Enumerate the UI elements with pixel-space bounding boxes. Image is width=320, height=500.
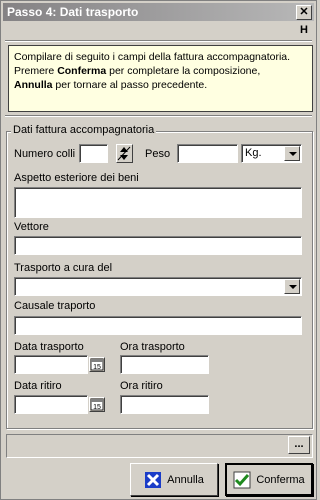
info-line-1: Compilare di seguito i campi della fattu… [14,51,291,63]
ora-ritiro-input[interactable] [120,395,209,414]
ora-ritiro-label: Ora ritiro [120,380,163,392]
aspetto-label: Aspetto esteriore dei beni [14,172,139,184]
info-bold-conferma: Conferma [57,65,107,77]
data-trasporto-label: Data trasporto [14,341,84,353]
window-title: Passo 4: Dati trasporto [7,5,139,19]
calendar-day: 15 [93,404,101,411]
calendar-glyph-icon: 15 [90,358,104,371]
causale-label: Causale traporto [14,300,96,312]
info-text: per tornare al passo precedente. [52,79,208,91]
annulla-button[interactable]: Annulla [130,463,218,496]
info-panel: Compilare di seguito i campi della fattu… [8,45,313,112]
numero-colli-label: Numero colli [14,148,76,160]
info-text: Premere [14,65,58,77]
info-line-3: Annulla per tornare al passo precedente. [14,78,307,92]
more-button[interactable]: ... [288,436,310,454]
group-legend: Dati fattura accompagnatoria [11,124,157,136]
peso-unit-value: Kg. [245,147,262,159]
title-bar[interactable]: Passo 4: Dati trasporto ✕ [3,3,314,21]
vettore-label: Vettore [14,221,49,233]
data-ritiro-input[interactable] [14,395,88,414]
status-bar: ... [6,434,313,458]
trasporto-select[interactable] [14,277,302,296]
causale-input[interactable] [14,316,302,335]
ora-trasporto-input[interactable] [120,355,209,374]
vettore-input[interactable] [14,236,302,255]
annulla-button-content: Annulla [144,471,204,489]
info-bold-annulla: Annulla [14,79,53,91]
cancel-x-icon [145,471,162,488]
close-button[interactable]: ✕ [296,5,312,20]
aspetto-input[interactable] [14,187,302,218]
peso-unit-select[interactable]: Kg. [241,144,302,163]
info-line-2: Premere Conferma per completare la compo… [14,64,307,78]
data-trasporto-input[interactable] [14,355,88,374]
dialog-window: Passo 4: Dati trasporto ✕ H Compilare di… [0,0,317,500]
numero-colli-spinner[interactable] [116,144,133,163]
calendar-icon[interactable]: 15 [89,397,105,412]
annulla-label: Annulla [167,473,204,486]
trasporto-label: Trasporto a cura del [14,262,113,274]
peso-label: Peso [145,148,171,160]
peso-input[interactable] [177,144,238,163]
data-ritiro-label: Data ritiro [14,380,62,392]
conferma-label: Conferma [256,473,305,486]
help-button[interactable]: H [300,24,308,36]
spinner-arrows-icon [117,146,131,161]
calendar-day: 15 [93,364,101,371]
info-text: per completare la composizione, [106,65,261,77]
chevron-down-icon[interactable] [284,146,300,161]
help-bar: H [1,23,316,39]
conferma-button[interactable]: Conferma [225,463,313,496]
divider [5,40,312,42]
numero-colli-input[interactable] [79,144,108,163]
chevron-down-icon[interactable] [284,279,300,294]
ora-trasporto-label: Ora trasporto [120,341,185,353]
calendar-glyph-icon: 15 [90,398,104,411]
conferma-button-content: Conferma [233,471,305,489]
check-icon [233,471,251,488]
divider [5,115,312,117]
calendar-icon[interactable]: 15 [89,357,105,372]
